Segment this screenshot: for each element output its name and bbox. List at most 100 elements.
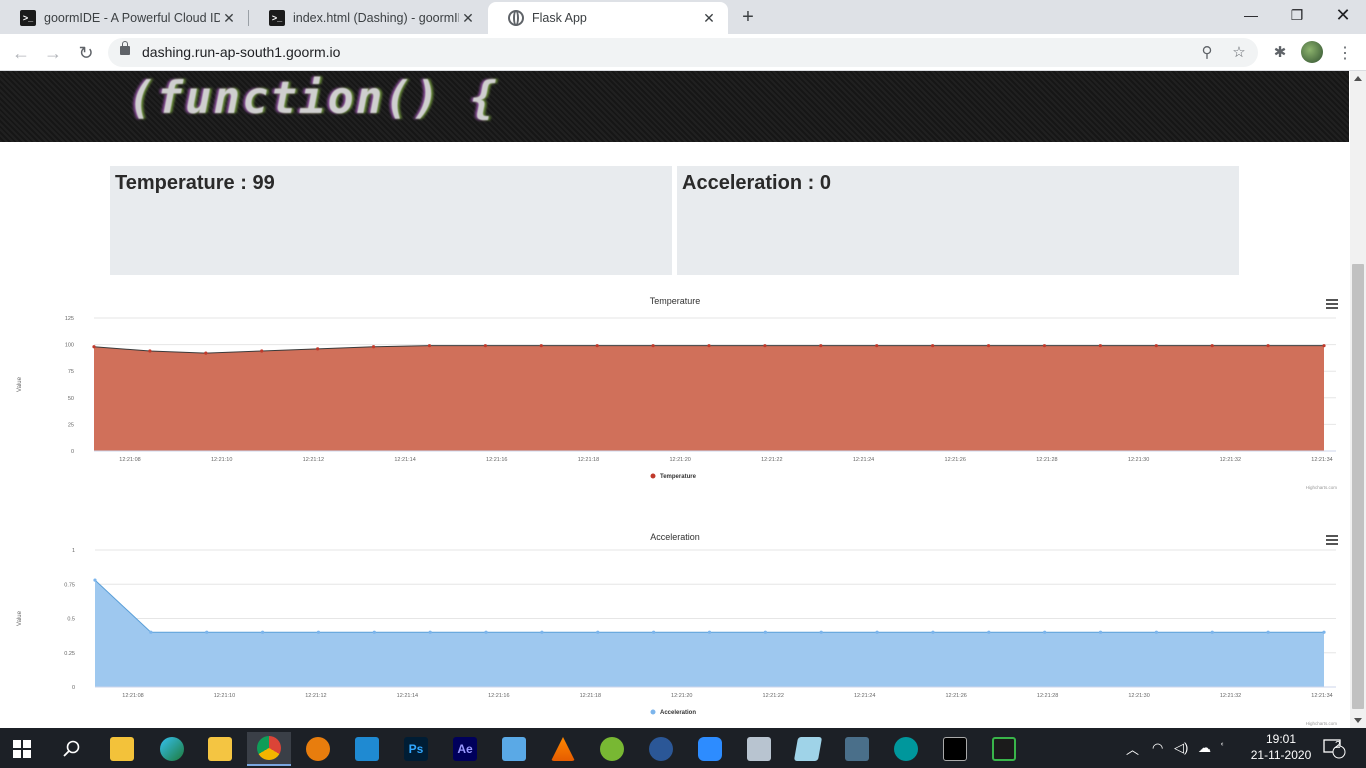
chart-credits: Highcharts.com [1306,721,1338,726]
acceleration-card: Acceleration : 0 [677,166,1239,275]
chart-menu-icon[interactable] [1326,299,1338,309]
blender-button[interactable] [296,732,340,766]
x-tick-label: 12:21:28 [1036,457,1057,463]
close-window-button[interactable]: ✕ [1320,0,1366,30]
terminal-green-icon [992,737,1016,761]
data-point [1266,630,1270,634]
scrollbar-thumb[interactable] [1352,264,1364,709]
data-point [1043,630,1047,634]
reload-button[interactable]: ↻ [73,40,99,66]
x-tick-label: 12:21:32 [1220,693,1241,699]
x-tick-label: 12:21:32 [1220,457,1241,463]
y-axis-label: Value [17,610,23,626]
show-hidden-icons[interactable]: ︿ [1126,728,1139,768]
scroll-down-arrow[interactable] [1354,718,1362,723]
x-tick-label: 12:21:08 [122,693,143,699]
lock-icon[interactable] [120,41,130,55]
zoom-button[interactable] [688,732,732,766]
media-player-button[interactable] [639,732,683,766]
zoom-icon[interactable]: ⚲ [1196,42,1218,64]
page-scrollbar[interactable] [1350,71,1366,728]
monitor-button[interactable] [737,732,781,766]
wifi-status[interactable]: ◠ [1152,728,1163,768]
x-tick-label: 12:21:34 [1311,693,1332,699]
terminal-icon: >_ [269,10,285,26]
notepad-button[interactable] [786,732,830,766]
terminal-green-button[interactable] [982,732,1026,766]
clock-time: 19:01 [1265,732,1297,746]
data-point [260,630,265,634]
store-button[interactable] [100,732,144,766]
temperature-readout: Temperature : 99 [115,172,275,194]
terminal-icon [943,737,967,761]
data-point [763,630,767,634]
utorrent-button[interactable] [590,732,634,766]
data-point [986,344,991,348]
data-point [651,344,655,348]
close-icon[interactable]: ✕ [220,10,238,27]
data-point [931,630,935,634]
onedrive-status[interactable]: ☁ [1198,728,1211,768]
url-text[interactable]: dashing.run-ap-south1.goorm.io [142,44,340,60]
globe-icon [508,10,524,26]
chart-menu-icon[interactable] [1326,535,1338,545]
notification-center[interactable]: 2 [1322,728,1346,768]
extensions-puzzle-icon[interactable]: ✱ [1270,43,1290,63]
edge-button[interactable] [150,732,194,766]
address-bar[interactable]: dashing.run-ap-south1.goorm.io ⚲ ☆ [108,38,1258,67]
browser-menu-icon[interactable]: ⋮ [1335,43,1355,63]
zoom-meeting-button[interactable] [492,732,536,766]
close-icon[interactable]: ✕ [459,10,477,27]
series-line [94,579,1324,633]
file-explorer-button[interactable] [198,732,242,766]
close-icon[interactable]: ✕ [700,10,718,27]
search-button[interactable] [50,732,94,766]
x-tick-label: 12:21:20 [669,457,690,463]
network-tool-icon [845,737,869,761]
start-button[interactable] [0,732,44,766]
x-tick-label: 12:21:20 [671,693,692,699]
restore-button[interactable]: ❐ [1274,0,1320,30]
vscode-icon [355,737,379,761]
arduino-icon [894,737,918,761]
volume-control[interactable]: ◁) [1174,728,1188,768]
back-button[interactable]: ← [8,40,34,66]
system-clock[interactable]: 19:01 21-11-2020 [1250,731,1312,763]
arduino-button[interactable] [884,732,928,766]
data-point [707,344,711,348]
new-tab-button[interactable]: + [737,6,759,28]
scroll-up-arrow[interactable] [1354,76,1362,81]
bookmark-star-icon[interactable]: ☆ [1228,42,1250,64]
vscode-button[interactable] [345,732,389,766]
y-axis-label: Value [17,376,23,392]
profile-avatar[interactable] [1301,41,1323,63]
data-point [372,630,376,634]
x-tick-label: 12:21:10 [214,693,235,699]
tab-index-html[interactable]: >_ index.html (Dashing) - goormIDE ✕ [249,2,487,34]
vlc-button[interactable] [541,732,585,766]
tab-flask-app[interactable]: Flask App ✕ [488,2,728,34]
notification-count: 2 [1335,740,1341,751]
data-point [875,630,879,634]
x-tick-label: 12:21:14 [397,693,418,699]
tab-goormide[interactable]: >_ goormIDE - A Powerful Cloud IDE ✕ [0,2,248,34]
after-effects-button[interactable]: Ae [443,732,487,766]
windows-logo-icon [13,740,31,758]
data-point [539,344,543,348]
y-tick-label: 0 [72,685,75,691]
browser-tab-strip: >_ goormIDE - A Powerful Cloud IDE ✕ >_ … [0,0,1366,34]
minimize-button[interactable]: — [1228,0,1274,30]
y-tick-label: 125 [65,316,74,322]
data-point [1154,344,1158,348]
x-tick-label: 12:21:26 [945,693,966,699]
data-point [987,630,991,634]
chrome-button[interactable] [247,732,291,766]
forward-button[interactable]: → [40,40,66,66]
photoshop-button[interactable]: Ps [394,732,438,766]
data-point [1322,630,1326,634]
legend-label: Acceleration [660,710,696,716]
network-tool-button[interactable] [835,732,879,766]
speaker-icon: ◁) [1174,740,1189,755]
legend-symbol [650,709,656,715]
terminal-button[interactable] [933,732,977,766]
